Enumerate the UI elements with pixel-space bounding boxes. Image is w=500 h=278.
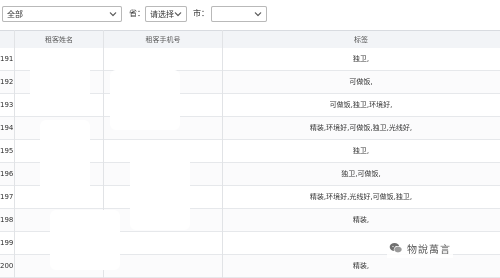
row-id: 193 [0,101,14,109]
province-label: 省： [129,9,145,18]
row-id: 191 [0,55,14,63]
header-tenant-name: 租客姓名 [45,36,73,44]
tags-cell: 独卫,可做饭, [341,170,381,178]
tags-cell: 可做饭,独卫,环境好, [329,101,393,109]
tenant-name-cell [15,71,103,93]
table-header: 租客姓名 租客手机号 标签 [0,30,500,50]
tags-cell: 独卫, [352,147,370,155]
province-select-value: 请选择 [150,10,174,19]
table-row[interactable]: 191 独卫, [0,48,500,71]
row-id: 192 [0,78,14,86]
tenant-name-cell [15,163,103,185]
city-label: 市： [193,9,209,18]
tenant-name-cell [15,48,103,70]
row-id: 198 [0,216,14,224]
tags-cell: 独卫, [352,55,370,63]
tenant-phone-cell [104,117,222,139]
tenant-phone-cell [104,163,222,185]
watermark-text: 物說萬言 [407,244,451,256]
province-select[interactable]: 请选择 [145,6,187,22]
tags-cell: 精装,环境好,光线好,可做饭,独卫, [309,193,413,201]
tenant-name-cell [15,94,103,116]
table-row[interactable]: 196 独卫,可做饭, [0,163,500,186]
tenant-name-cell [15,117,103,139]
table-row[interactable]: 197 精装,环境好,光线好,可做饭,独卫, [0,186,500,209]
tenant-phone-cell [104,209,222,231]
category-select[interactable]: 全部 [2,6,122,22]
table-row[interactable]: 194 精装,环境好,可做饭,独卫,光线好, [0,117,500,140]
table-row[interactable]: 195 独卫, [0,140,500,163]
header-tenant-phone: 租客手机号 [145,36,181,44]
chevron-down-icon [174,12,182,17]
column-divider [14,30,15,278]
tenant-phone-cell [104,255,222,277]
table-row[interactable]: 192 可做饭, [0,71,500,94]
column-divider [222,30,223,278]
row-id: 199 [0,239,14,247]
tags-cell: 精装, [352,216,370,224]
tags-cell: 精装, [352,262,370,270]
row-id: 200 [0,262,14,270]
chevron-down-icon [109,12,117,17]
tenant-name-cell [15,186,103,208]
tags-cell: 精装,环境好,可做饭,独卫,光线好, [309,124,413,132]
tenant-name-cell [15,232,103,254]
tenant-phone-cell [104,48,222,70]
table-row[interactable]: 198 精装, [0,209,500,232]
tags-cell: 可做饭, [349,78,373,86]
tags-cell [223,232,499,254]
table-row[interactable]: 193 可做饭,独卫,环境好, [0,94,500,117]
tenant-phone-cell [104,186,222,208]
row-id: 197 [0,193,14,201]
watermark: 物說萬言 [387,238,453,258]
city-select[interactable] [211,6,267,22]
category-select-value: 全部 [7,10,23,19]
tenant-name-cell [15,255,103,277]
tenant-phone-cell [104,94,222,116]
wechat-icon [389,243,403,254]
row-id: 195 [0,147,14,155]
tenant-phone-cell [104,71,222,93]
tenant-name-cell [15,209,103,231]
header-tags: 标签 [354,36,368,44]
chevron-down-icon [254,12,262,17]
tenant-phone-cell [104,140,222,162]
column-divider [103,30,104,278]
tenant-name-cell [15,140,103,162]
filter-bar: 全部 省： 请选择 市： [0,0,500,30]
row-id: 196 [0,170,14,178]
table-row[interactable]: 200 精装, [0,255,500,278]
row-id: 194 [0,124,14,132]
tenant-phone-cell [104,232,222,254]
